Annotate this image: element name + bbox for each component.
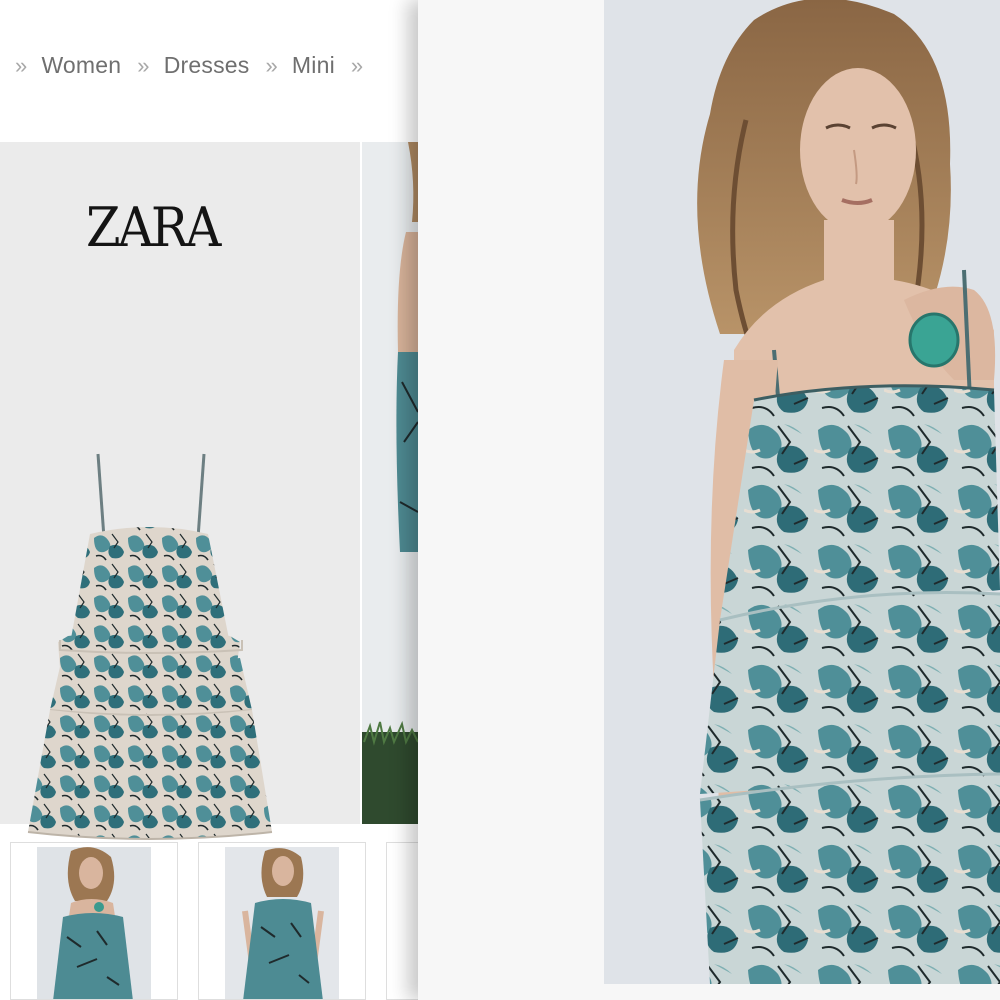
model-partial-image (362, 142, 418, 824)
thumbnail-model-image (225, 847, 339, 999)
model-photo[interactable] (604, 0, 1000, 984)
product-secondary-image[interactable] (362, 142, 418, 824)
thumbnail-model-image (37, 847, 151, 999)
zoomed-image-panel (418, 0, 1000, 1000)
breadcrumb-item-mini[interactable]: Mini (292, 52, 335, 79)
thumbnail-2[interactable] (198, 842, 366, 1000)
thumbnail-3[interactable] (386, 842, 418, 1000)
double-chevron-right-icon: » (265, 52, 278, 78)
thumbnail-1[interactable] (10, 842, 178, 1000)
breadcrumb-item-women[interactable]: Women (41, 52, 121, 79)
product-page: e » Women » Dresses » Mini » (0, 0, 418, 1000)
double-chevron-right-icon: » (350, 52, 364, 78)
double-chevron-right-icon: » (15, 52, 28, 78)
breadcrumb: e » Women » Dresses » Mini » (0, 52, 377, 79)
model-wearing-dress-image (604, 0, 1000, 984)
brand-logo: ZARA (86, 196, 221, 259)
double-chevron-right-icon: » (137, 52, 150, 78)
breadcrumb-item-dresses[interactable]: Dresses (164, 52, 250, 79)
dress-flat-image (27, 453, 273, 840)
